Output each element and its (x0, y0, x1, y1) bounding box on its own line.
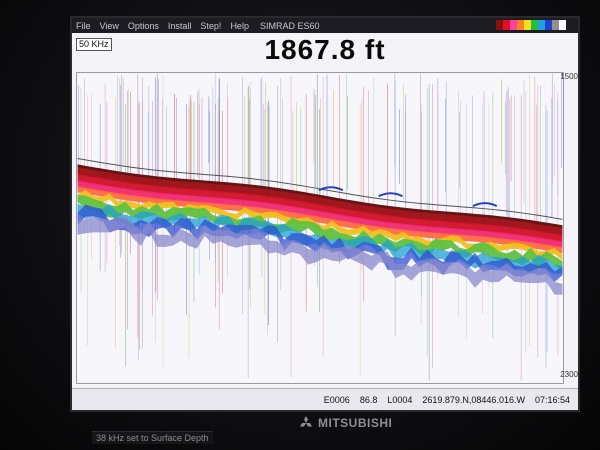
mitsubishi-logo-icon (300, 416, 312, 427)
palette-swatch (545, 20, 552, 30)
status-event: E0006 (323, 394, 350, 405)
fish-echo-arc (378, 192, 403, 198)
palette-swatch (517, 20, 524, 30)
fish-echo-arc (472, 202, 498, 208)
status-line: L0004 (387, 394, 413, 405)
app-title: SIMRAD ES60 (259, 20, 320, 31)
palette-swatch (503, 20, 510, 30)
sonar-screen: File View Options Install Step! Help SIM… (70, 16, 580, 412)
depth-scale-top: 1500 (560, 72, 578, 81)
status-value: 86.8 (359, 394, 378, 405)
menu-options[interactable]: Options (128, 21, 159, 31)
palette-swatch (552, 20, 559, 30)
menu-help[interactable]: Help (230, 21, 249, 31)
palette-swatch (538, 20, 545, 30)
status-time: 07:16:54 (534, 394, 570, 405)
palette-swatch (510, 20, 517, 30)
depth-readout: 1867.8 ft (264, 34, 386, 65)
status-position: 2619.879.N,08446.016.W (422, 394, 525, 405)
menu-view[interactable]: View (100, 21, 119, 31)
depth-scale-bottom: 2300 (560, 370, 578, 379)
palette-swatch (496, 20, 503, 30)
menu-file[interactable]: File (76, 21, 91, 31)
menu-install[interactable]: Install (168, 21, 192, 31)
echogram-display[interactable] (76, 72, 564, 384)
brand-logo: MITSUBISHI (298, 416, 392, 430)
palette-swatch (531, 20, 538, 30)
brand-name: MITSUBISHI (318, 416, 393, 430)
palette-swatch (559, 20, 566, 30)
menu-step[interactable]: Step! (200, 21, 221, 31)
palette-swatch (524, 20, 531, 30)
osd-message: 38 kHz set to Surface Depth (92, 431, 213, 444)
color-palette (496, 20, 566, 30)
status-bar: E0006 86.8 L0004 2619.879.N,08446.016.W … (72, 388, 578, 410)
menu-bar: File View Options Install Step! Help SIM… (72, 18, 578, 33)
